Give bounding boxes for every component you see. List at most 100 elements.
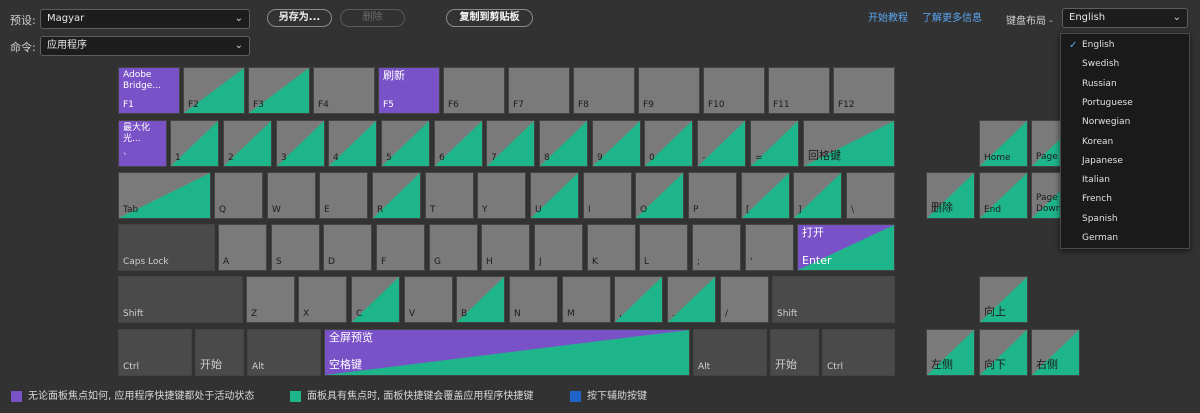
key-f8[interactable]: F8: [573, 67, 635, 114]
key-f5[interactable]: 刷新 F5: [378, 67, 440, 114]
key-enter[interactable]: 打开 Enter: [797, 224, 895, 271]
key-f4[interactable]: F4: [313, 67, 375, 114]
key-k6[interactable]: 6: [434, 120, 483, 167]
key-r[interactable]: R: [372, 172, 421, 219]
key-equals[interactable]: =: [750, 120, 799, 167]
layout-option-italian[interactable]: Italian: [1061, 171, 1189, 190]
key-end[interactable]: End: [979, 172, 1028, 219]
key-v[interactable]: V: [404, 276, 453, 323]
key-down[interactable]: 向下: [979, 329, 1028, 376]
layout-option-swedish[interactable]: Swedish: [1061, 55, 1189, 74]
key-s[interactable]: S: [271, 224, 320, 271]
key-right[interactable]: 右侧: [1031, 329, 1080, 376]
key-e[interactable]: E: [319, 172, 368, 219]
legend-app-shortcut: 无论面板焦点如何, 应用程序快捷键都处于活动状态: [28, 391, 255, 402]
layout-option-korean[interactable]: Korean: [1061, 133, 1189, 152]
key-f[interactable]: F: [376, 224, 425, 271]
key-quote-label: ': [750, 257, 753, 267]
key-k5[interactable]: 5: [381, 120, 430, 167]
key-rshift[interactable]: Shift: [772, 276, 895, 323]
key-left[interactable]: 左侧: [926, 329, 975, 376]
key-f11[interactable]: F11: [768, 67, 830, 114]
key-a[interactable]: A: [218, 224, 267, 271]
key-ralt[interactable]: Alt: [693, 329, 767, 376]
key-i[interactable]: I: [583, 172, 632, 219]
key-rctrl-label: Ctrl: [827, 362, 844, 372]
layout-option-spanish[interactable]: Spanish: [1061, 210, 1189, 229]
layout-option-german[interactable]: German: [1061, 229, 1189, 248]
key-u[interactable]: U: [530, 172, 579, 219]
key-f7[interactable]: F7: [508, 67, 570, 114]
key-k[interactable]: K: [587, 224, 636, 271]
key-caps[interactable]: Caps Lock: [118, 224, 215, 271]
key-backspace[interactable]: 回格键: [803, 120, 895, 167]
key-backtick[interactable]: 最大化光... `: [118, 120, 167, 167]
key-y[interactable]: Y: [477, 172, 526, 219]
key-minus[interactable]: -: [697, 120, 746, 167]
key-q[interactable]: Q: [214, 172, 263, 219]
key-k4[interactable]: 4: [328, 120, 377, 167]
key-d[interactable]: D: [323, 224, 372, 271]
key-lshift[interactable]: Shift: [118, 276, 243, 323]
key-space[interactable]: 全屏预览 空格键: [324, 329, 690, 376]
key-up[interactable]: 向上: [979, 276, 1028, 323]
key-home[interactable]: Home: [979, 120, 1028, 167]
key-l[interactable]: L: [639, 224, 688, 271]
key-f6[interactable]: F6: [443, 67, 505, 114]
layout-option-english[interactable]: ✓ English: [1061, 36, 1189, 55]
key-comma[interactable]: ,: [614, 276, 663, 323]
key-k7[interactable]: 7: [486, 120, 535, 167]
key-lalt[interactable]: Alt: [247, 329, 321, 376]
key-z[interactable]: Z: [246, 276, 295, 323]
key-period[interactable]: .: [667, 276, 716, 323]
key-m[interactable]: M: [562, 276, 611, 323]
key-j-label: J: [539, 257, 542, 267]
key-k2[interactable]: 2: [223, 120, 272, 167]
key-del[interactable]: 删除: [926, 172, 975, 219]
key-f9[interactable]: F9: [638, 67, 700, 114]
layout-option-portuguese[interactable]: Portuguese: [1061, 94, 1189, 113]
key-rstart[interactable]: 开始: [770, 329, 819, 376]
key-k9[interactable]: 9: [592, 120, 641, 167]
key-h[interactable]: H: [481, 224, 530, 271]
key-lbracket[interactable]: [: [741, 172, 790, 219]
key-g[interactable]: G: [429, 224, 478, 271]
key-o[interactable]: O: [635, 172, 684, 219]
key-p[interactable]: P: [688, 172, 737, 219]
key-lctrl[interactable]: Ctrl: [118, 329, 192, 376]
key-lstart-label: 开始: [200, 358, 222, 371]
key-c[interactable]: C: [351, 276, 400, 323]
key-f2[interactable]: F2: [183, 67, 245, 114]
key-backslash[interactable]: \: [846, 172, 895, 219]
layout-option-japanese[interactable]: Japanese: [1061, 152, 1189, 171]
layout-option-label: Korean: [1082, 136, 1114, 147]
key-tab[interactable]: Tab: [118, 172, 211, 219]
key-k0[interactable]: 0: [644, 120, 693, 167]
key-j[interactable]: J: [534, 224, 583, 271]
key-t[interactable]: T: [425, 172, 474, 219]
key-slash[interactable]: /: [720, 276, 769, 323]
layout-option-norwegian[interactable]: Norwegian: [1061, 113, 1189, 132]
key-b[interactable]: B: [456, 276, 505, 323]
key-k1[interactable]: 1: [170, 120, 219, 167]
key-rbracket[interactable]: ]: [793, 172, 842, 219]
key-k3[interactable]: 3: [276, 120, 325, 167]
key-semicolon[interactable]: ;: [692, 224, 741, 271]
key-tab-label: Tab: [123, 205, 139, 215]
key-n[interactable]: N: [509, 276, 558, 323]
key-w[interactable]: W: [267, 172, 316, 219]
key-k8[interactable]: 8: [539, 120, 588, 167]
key-f1[interactable]: Adobe Bridge... F1: [118, 67, 180, 114]
key-f12[interactable]: F12: [833, 67, 895, 114]
key-rctrl[interactable]: Ctrl: [822, 329, 895, 376]
key-x[interactable]: X: [298, 276, 347, 323]
key-k5-label: 5: [386, 153, 392, 163]
key-f3[interactable]: F3: [248, 67, 310, 114]
key-n-label: N: [514, 309, 521, 319]
key-f10[interactable]: F10: [703, 67, 765, 114]
key-quote[interactable]: ': [745, 224, 794, 271]
key-lstart[interactable]: 开始: [195, 329, 244, 376]
key-lbracket-label: [: [746, 205, 750, 215]
layout-option-russian[interactable]: Russian: [1061, 75, 1189, 94]
layout-option-french[interactable]: French: [1061, 190, 1189, 209]
